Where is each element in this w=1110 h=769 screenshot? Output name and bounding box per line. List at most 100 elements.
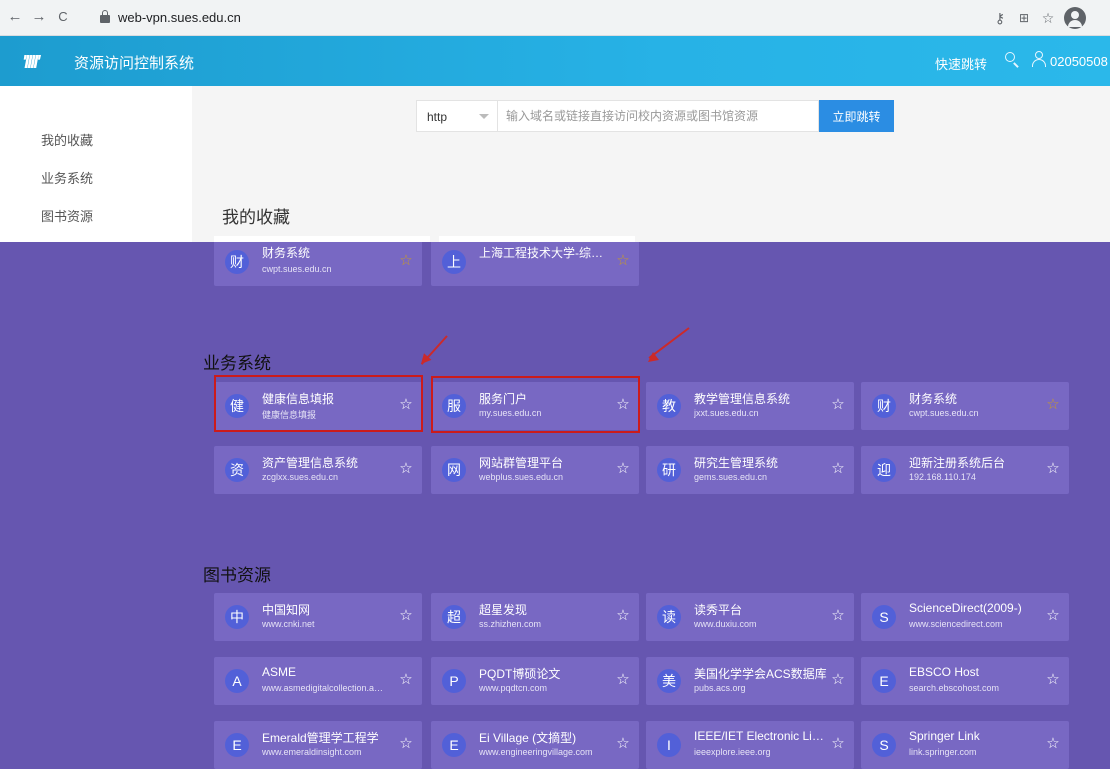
star-icon[interactable]: ☆ xyxy=(615,253,631,269)
jump-button[interactable]: 立即跳转 xyxy=(819,100,894,132)
card-badge: P xyxy=(442,669,466,693)
url-input[interactable] xyxy=(498,100,819,132)
card-library[interactable]: 美美国化学学会ACS数据库 pubs.acs.org ☆ xyxy=(646,657,854,705)
card-badge: I xyxy=(657,733,681,757)
star-icon[interactable]: ☆ xyxy=(1045,397,1061,413)
card-badge: 超 xyxy=(442,605,466,629)
card-host: ieeexplore.ieee.org xyxy=(694,747,771,757)
scheme-select[interactable]: http xyxy=(416,100,498,132)
card-name: 资产管理信息系统 xyxy=(262,456,359,470)
card-host: www.duxiu.com xyxy=(694,619,757,629)
card-business[interactable]: 资资产管理信息系统 zcglxx.sues.edu.cn ☆ xyxy=(214,446,422,494)
quick-jump-link[interactable]: 快速跳转 xyxy=(935,54,987,73)
star-icon[interactable]: ☆ xyxy=(398,253,414,269)
card-library[interactable]: 中中国知网 www.cnki.net ☆ xyxy=(214,593,422,641)
card-library[interactable]: E Emerald管理学工程学 www.emeraldinsight.com ☆ xyxy=(214,721,422,769)
card-top-edge xyxy=(439,236,635,242)
card-host: ss.zhizhen.com xyxy=(479,619,542,629)
card-library[interactable]: A ASME www.asmedigitalcollection.a… ☆ xyxy=(214,657,422,705)
star-icon[interactable]: ☆ xyxy=(615,461,631,477)
user-id[interactable]: 02050508 xyxy=(1050,54,1108,69)
card-library[interactable]: P PQDT博硕论文 www.pqdtcn.com ☆ xyxy=(431,657,639,705)
star-icon[interactable]: ☆ xyxy=(615,672,631,688)
star-icon[interactable]: ☆ xyxy=(830,736,846,752)
card-library[interactable]: S Springer Link link.springer.com ☆ xyxy=(861,721,1069,769)
card-badge: 迎 xyxy=(872,458,896,482)
sticky-header-bg xyxy=(192,180,1110,242)
card-name: PQDT博硕论文 xyxy=(479,667,561,681)
card-business[interactable]: 教教学管理信息系统 jxxt.sues.edu.cn ☆ xyxy=(646,382,854,430)
card-name: IEEE/IET Electronic Lib… xyxy=(694,729,829,743)
star-icon[interactable]: ☆ xyxy=(398,672,414,688)
reload-icon[interactable]: C xyxy=(54,8,72,26)
card-host: www.asmedigitalcollection.a… xyxy=(262,683,384,693)
browser-toolbar: ← → C web-vpn.sues.edu.cn ⚷ ⊞ ☆ xyxy=(0,0,1110,36)
forward-icon[interactable]: → xyxy=(30,8,48,26)
card-host: webplus.sues.edu.cn xyxy=(479,472,564,482)
card-name: 超星发现 xyxy=(479,603,528,617)
card-badge: E xyxy=(225,733,249,757)
card-name: ScienceDirect(2009-) xyxy=(909,601,1022,615)
card-business[interactable]: 研研究生管理系统 gems.sues.edu.cn ☆ xyxy=(646,446,854,494)
card-name: 美国化学学会ACS数据库 xyxy=(694,667,827,681)
translate-icon[interactable]: ⊞ xyxy=(1014,8,1034,28)
star-icon[interactable]: ☆ xyxy=(615,608,631,624)
sidebar-item-library[interactable]: 图书资源 xyxy=(41,206,93,225)
business-title: 业务系统 xyxy=(203,354,271,373)
card-library[interactable]: S ScienceDirect(2009-) www.sciencedirect.c… xyxy=(861,593,1069,641)
address-bar[interactable]: web-vpn.sues.edu.cn xyxy=(92,7,982,29)
star-icon[interactable]: ☆ xyxy=(1045,672,1061,688)
star-icon[interactable]: ☆ xyxy=(830,672,846,688)
card-badge: 资 xyxy=(225,458,249,482)
card-name: 中国知网 xyxy=(262,603,311,617)
star-icon[interactable]: ☆ xyxy=(1045,461,1061,477)
card-badge: 网 xyxy=(442,458,466,482)
card-library[interactable]: E Ei Village (文摘型) www.engineeringvillage.… xyxy=(431,721,639,769)
page: ← → C web-vpn.sues.edu.cn ⚷ ⊞ ☆ 'IIII' 资… xyxy=(0,0,1110,769)
card-badge: E xyxy=(442,733,466,757)
card-favorite[interactable]: 财 财务系统 cwpt.sues.edu.cn ☆ xyxy=(214,238,422,286)
card-host: www.emeraldinsight.com xyxy=(262,747,362,757)
card-library[interactable]: E EBSCO Host search.ebscohost.com ☆ xyxy=(861,657,1069,705)
star-icon[interactable]: ☆ xyxy=(1045,608,1061,624)
card-business[interactable]: 财财务系统 cwpt.sues.edu.cn ☆ xyxy=(861,382,1069,430)
card-badge: 财 xyxy=(872,394,896,418)
card-name: Emerald管理学工程学 xyxy=(262,731,379,745)
star-icon[interactable]: ☆ xyxy=(398,608,414,624)
key-icon[interactable]: ⚷ xyxy=(990,8,1010,28)
card-business[interactable]: 网网站群管理平台 webplus.sues.edu.cn ☆ xyxy=(431,446,639,494)
star-icon[interactable]: ☆ xyxy=(830,608,846,624)
card-library[interactable]: I IEEE/IET Electronic Lib… ieeexplore.ieee… xyxy=(646,721,854,769)
star-icon[interactable]: ☆ xyxy=(398,461,414,477)
user-icon[interactable] xyxy=(1031,51,1047,68)
search-icon[interactable] xyxy=(1005,52,1021,68)
star-icon[interactable]: ☆ xyxy=(615,736,631,752)
card-host: cwpt.sues.edu.cn xyxy=(262,264,332,274)
card-host: 192.168.110.174 xyxy=(909,472,976,482)
card-name: 教学管理信息系统 xyxy=(694,392,791,406)
sidebar-item-favorites[interactable]: 我的收藏 xyxy=(41,130,93,149)
arrow-annotation-head xyxy=(644,351,659,366)
card-library[interactable]: 读读秀平台 www.duxiu.com ☆ xyxy=(646,593,854,641)
star-icon[interactable]: ☆ xyxy=(1038,8,1058,28)
card-badge: 财 xyxy=(225,250,249,274)
card-host: zcglxx.sues.edu.cn xyxy=(262,472,339,482)
profile-icon[interactable] xyxy=(1064,7,1086,29)
star-icon[interactable]: ☆ xyxy=(830,397,846,413)
card-host: link.springer.com xyxy=(909,747,977,757)
star-icon[interactable]: ☆ xyxy=(1045,736,1061,752)
star-icon[interactable]: ☆ xyxy=(830,461,846,477)
star-icon[interactable]: ☆ xyxy=(398,736,414,752)
address-url: web-vpn.sues.edu.cn xyxy=(118,10,241,25)
card-badge: S xyxy=(872,605,896,629)
card-host: www.sciencedirect.com xyxy=(909,619,1003,629)
sidebar-item-business[interactable]: 业务系统 xyxy=(41,168,93,187)
back-icon[interactable]: ← xyxy=(6,8,24,26)
card-favorite[interactable]: 上 上海工程技术大学-综合… ☆ xyxy=(431,238,639,286)
card-host: www.cnki.net xyxy=(262,619,315,629)
card-library[interactable]: 超超星发现 ss.zhizhen.com ☆ xyxy=(431,593,639,641)
card-business[interactable]: 迎迎新注册系统后台 192.168.110.174 ☆ xyxy=(861,446,1069,494)
highlight-box xyxy=(431,376,640,433)
highlight-box xyxy=(214,375,423,432)
card-name: Springer Link xyxy=(909,729,980,743)
